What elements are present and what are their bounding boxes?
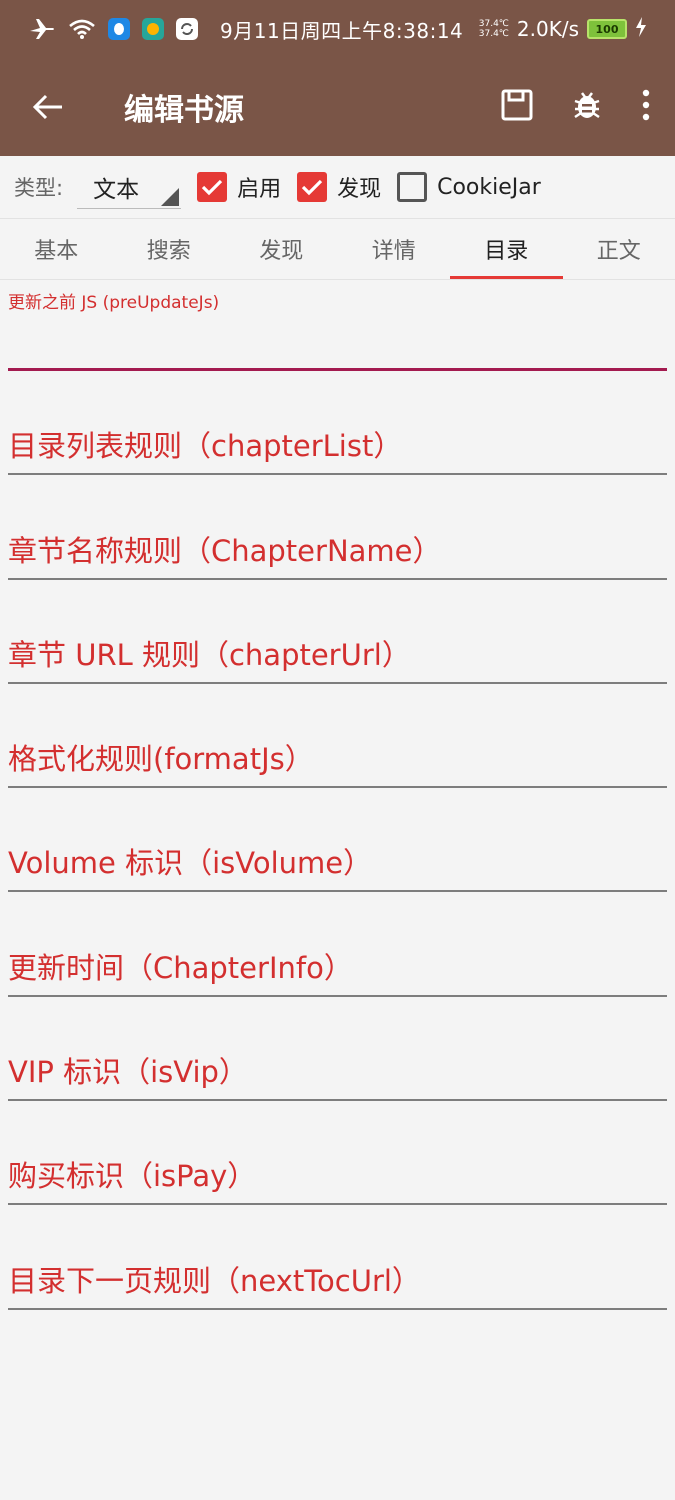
qq-icon bbox=[108, 18, 130, 40]
checkbox-checked-icon bbox=[197, 172, 228, 202]
discover-checkbox[interactable]: 发现 bbox=[297, 171, 381, 203]
checkbox-checked-icon bbox=[297, 172, 328, 202]
tab-label: 发现 bbox=[259, 239, 304, 264]
net-speed: 2.0K/s bbox=[516, 17, 579, 41]
checkbox-unchecked-icon bbox=[397, 172, 428, 202]
temp-bottom: 37.4℃ bbox=[478, 29, 509, 39]
battery-icon: 100 bbox=[587, 19, 627, 39]
tab-toc[interactable]: 目录 bbox=[450, 219, 563, 279]
enable-label: 启用 bbox=[237, 177, 282, 202]
next-toc-url-field[interactable]: 目录下一页规则（nextTocUrl） bbox=[8, 1205, 667, 1310]
tab-detail[interactable]: 详情 bbox=[338, 219, 451, 279]
tab-content[interactable]: 正文 bbox=[563, 219, 675, 279]
select-arrow-icon bbox=[161, 188, 180, 206]
back-arrow-icon[interactable] bbox=[20, 93, 76, 121]
tab-label: 基本 bbox=[34, 239, 79, 264]
top-bar: 9月11日周四上午8:38:14 37.4℃ 37.4℃ 2.0K/s 100 … bbox=[0, 0, 675, 156]
airplane-icon bbox=[28, 17, 56, 41]
field-hint: 目录列表规则（chapterList） bbox=[8, 429, 403, 464]
temp-top: 37.4℃ bbox=[478, 19, 509, 29]
discover-label: 发现 bbox=[337, 177, 382, 202]
pre-update-js-label: 更新之前 JS (preUpdateJs) bbox=[8, 293, 220, 313]
wifi-icon bbox=[68, 18, 96, 40]
more-vert-icon[interactable] bbox=[641, 89, 651, 125]
temperature-readout: 37.4℃ 37.4℃ bbox=[479, 19, 509, 39]
chapter-list-field[interactable]: 目录列表规则（chapterList） bbox=[8, 371, 667, 476]
pre-update-js-field[interactable]: 更新之前 JS (preUpdateJs) bbox=[8, 280, 667, 371]
format-js-field[interactable]: 格式化规则(formatJs） bbox=[8, 684, 667, 789]
charging-icon bbox=[635, 16, 647, 42]
sync-icon bbox=[176, 18, 198, 40]
status-right: 37.4℃ 37.4℃ 2.0K/s 100 bbox=[479, 16, 647, 42]
chapter-info-field[interactable]: 更新时间（ChapterInfo） bbox=[8, 892, 667, 997]
cookiejar-checkbox[interactable]: CookieJar bbox=[397, 172, 541, 202]
options-row: 类型: 文本 启用 发现 CookieJar bbox=[0, 156, 675, 218]
battery-level: 100 bbox=[595, 22, 619, 36]
save-icon[interactable] bbox=[501, 89, 533, 125]
tab-basic[interactable]: 基本 bbox=[0, 219, 113, 279]
field-hint: 目录下一页规则（nextTocUrl） bbox=[8, 1263, 421, 1298]
field-hint: 章节 URL 规则（chapterUrl） bbox=[8, 637, 411, 672]
debug-bug-icon[interactable] bbox=[571, 89, 603, 125]
status-time: 9月11日周四上午8:38:14 bbox=[220, 18, 464, 43]
chapter-name-field[interactable]: 章节名称规则（ChapterName） bbox=[8, 475, 667, 580]
status-bar: 9月11日周四上午8:38:14 37.4℃ 37.4℃ 2.0K/s 100 bbox=[0, 0, 675, 58]
chapter-url-field[interactable]: 章节 URL 规则（chapterUrl） bbox=[8, 580, 667, 684]
app-root: 9月11日周四上午8:38:14 37.4℃ 37.4℃ 2.0K/s 100 … bbox=[0, 0, 675, 1500]
tab-label: 详情 bbox=[371, 239, 416, 264]
field-hint: 更新时间（ChapterInfo） bbox=[8, 950, 353, 985]
toolbar-actions bbox=[501, 89, 655, 125]
is-volume-field[interactable]: Volume 标识（isVolume） bbox=[8, 788, 667, 893]
tab-label: 正文 bbox=[596, 239, 641, 264]
tab-label: 搜索 bbox=[146, 239, 191, 264]
page-title: 编辑书源 bbox=[124, 93, 244, 128]
is-vip-field[interactable]: VIP 标识（isVip） bbox=[8, 997, 667, 1102]
tab-bar: 基本 搜索 发现 详情 目录 正文 bbox=[0, 218, 675, 280]
app-icon bbox=[142, 18, 164, 40]
form-content: 更新之前 JS (preUpdateJs) 目录列表规则（chapterList… bbox=[0, 280, 675, 1310]
type-label: 类型: bbox=[14, 176, 64, 200]
tab-label: 目录 bbox=[484, 239, 529, 264]
is-pay-field[interactable]: 购买标识（isPay） bbox=[8, 1101, 667, 1206]
field-hint: Volume 标识（isVolume） bbox=[8, 846, 373, 881]
type-select-value: 文本 bbox=[93, 176, 140, 203]
tab-discover[interactable]: 发现 bbox=[225, 219, 338, 279]
field-hint: 章节名称规则（ChapterName） bbox=[8, 533, 442, 568]
enable-checkbox[interactable]: 启用 bbox=[197, 171, 281, 203]
cookiejar-label: CookieJar bbox=[437, 174, 541, 200]
field-hint: 格式化规则(formatJs） bbox=[8, 742, 314, 777]
type-select[interactable]: 文本 bbox=[77, 165, 182, 209]
tab-search[interactable]: 搜索 bbox=[113, 219, 226, 279]
field-hint: VIP 标识（isVip） bbox=[8, 1055, 248, 1090]
field-hint: 购买标识（isPay） bbox=[8, 1159, 257, 1194]
toolbar: 编辑书源 bbox=[0, 58, 675, 156]
